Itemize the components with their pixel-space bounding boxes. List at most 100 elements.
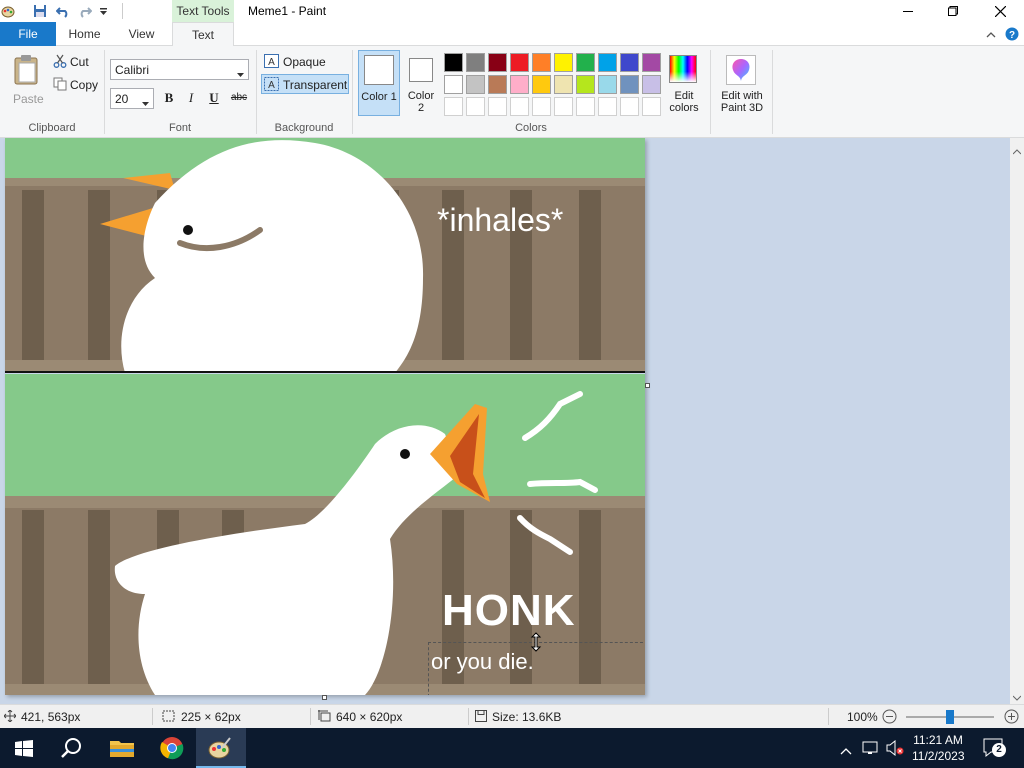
color-swatch[interactable]	[510, 53, 529, 72]
color-swatch[interactable]	[554, 97, 573, 116]
customize-toolbar-icon[interactable]	[97, 5, 109, 17]
color-swatch[interactable]	[642, 53, 661, 72]
color-swatch[interactable]	[620, 75, 639, 94]
tab-view[interactable]: View	[113, 22, 170, 46]
color-swatch[interactable]	[444, 53, 463, 72]
redo-icon[interactable]	[77, 3, 93, 19]
opaque-label: Opaque	[283, 55, 326, 69]
color-swatch[interactable]	[554, 53, 573, 72]
undo-icon[interactable]	[55, 3, 71, 19]
edit-colors-button[interactable]: Edit colors	[666, 52, 704, 116]
vertical-scrollbar[interactable]	[1010, 138, 1024, 704]
restore-button[interactable]	[930, 0, 976, 22]
zoom-out-icon[interactable]	[882, 709, 897, 727]
color-swatch[interactable]	[466, 97, 485, 116]
font-size-select[interactable]: 20	[110, 88, 154, 109]
help-icon[interactable]: ?	[1004, 26, 1020, 42]
zoom-slider[interactable]	[906, 710, 994, 724]
color-swatch[interactable]	[598, 75, 617, 94]
opaque-button[interactable]: A Opaque	[262, 53, 348, 71]
copy-button[interactable]: Copy	[52, 76, 104, 94]
tab-text[interactable]: Text	[172, 22, 234, 47]
meme-honk-text: HONK	[442, 586, 576, 635]
color-swatch[interactable]	[554, 75, 573, 94]
meme-top-text: *inhales*	[437, 202, 564, 238]
minimize-ribbon-icon[interactable]	[984, 27, 998, 41]
canvas-size: 640 × 620px	[336, 710, 403, 724]
color-swatch[interactable]	[642, 75, 661, 94]
cut-button[interactable]: Cut	[52, 53, 100, 71]
color-swatch[interactable]	[532, 75, 551, 94]
close-button[interactable]	[976, 0, 1024, 22]
transparent-button[interactable]: A Transparent	[261, 74, 349, 94]
network-icon[interactable]	[862, 740, 880, 759]
color-swatch[interactable]	[598, 53, 617, 72]
separator	[152, 708, 153, 725]
selection-size-icon	[162, 710, 175, 725]
color1-button[interactable]: Color 1	[358, 50, 400, 116]
color-swatch[interactable]	[532, 97, 551, 116]
color-swatch[interactable]	[466, 75, 485, 94]
color-swatch[interactable]	[510, 75, 529, 94]
color-swatch[interactable]	[488, 53, 507, 72]
color-swatch[interactable]	[620, 97, 639, 116]
cursor-position: 421, 563px	[21, 710, 81, 724]
svg-text:?: ?	[1009, 30, 1015, 41]
windows-start-icon[interactable]	[15, 740, 33, 760]
color-swatch[interactable]	[444, 97, 463, 116]
paint-taskbar-button[interactable]	[196, 728, 246, 768]
edit-with-paint3d-button[interactable]: Edit with Paint 3D	[714, 52, 770, 116]
color-swatch[interactable]	[576, 97, 595, 116]
svg-text:A: A	[268, 57, 275, 68]
color-swatch[interactable]	[598, 97, 617, 116]
color2-swatch	[409, 58, 433, 82]
color-swatch[interactable]	[466, 53, 485, 72]
show-hidden-icons-chevron[interactable]	[840, 744, 852, 758]
color-swatch[interactable]	[532, 53, 551, 72]
canvas-resize-handle-bottom[interactable]	[322, 695, 327, 700]
separator	[310, 708, 311, 725]
colors-group-label: Colors	[515, 122, 547, 134]
clock[interactable]: 11:21 AM 11/2/2023	[912, 732, 965, 764]
text-tools-context-label: Text Tools	[172, 0, 234, 22]
strikethrough-button[interactable]: abc	[228, 89, 250, 107]
separator	[468, 708, 469, 725]
canvas-resize-handle-right[interactable]	[645, 383, 650, 388]
font-family-value: Calibri	[115, 63, 150, 77]
color-swatch[interactable]	[510, 97, 529, 116]
tab-file[interactable]: File	[0, 22, 56, 46]
chrome-icon[interactable]	[160, 736, 184, 763]
save-icon[interactable]	[32, 3, 48, 19]
scroll-up-icon[interactable]	[1012, 144, 1022, 158]
file-explorer-icon[interactable]	[110, 738, 134, 761]
color-swatch[interactable]	[576, 53, 595, 72]
bold-button[interactable]: B	[160, 89, 178, 107]
window-title: Meme1 - Paint	[248, 4, 327, 18]
italic-button[interactable]: I	[182, 89, 200, 107]
color-swatch[interactable]	[642, 97, 661, 116]
volume-muted-icon[interactable]	[886, 739, 904, 759]
zoom-in-icon[interactable]	[1004, 709, 1019, 727]
copy-icon	[53, 77, 67, 94]
scroll-down-icon[interactable]	[1012, 690, 1022, 704]
color-palette	[444, 53, 664, 117]
zoom-slider-thumb[interactable]	[946, 710, 954, 724]
cursor-position-icon	[3, 709, 17, 725]
color-swatch[interactable]	[576, 75, 595, 94]
drawing-canvas[interactable]: *inhales* HONK or you die.	[5, 138, 645, 695]
color2-button[interactable]: Color 2	[404, 50, 438, 116]
search-icon[interactable]	[61, 737, 83, 762]
paint-app-icon[interactable]	[0, 3, 16, 19]
color-swatch[interactable]	[620, 53, 639, 72]
color-swatch[interactable]	[488, 75, 507, 94]
meme-sub-text[interactable]: or you die.	[431, 649, 534, 675]
paste-button[interactable]: Paste	[6, 50, 48, 110]
color-swatch[interactable]	[488, 97, 507, 116]
minimize-button[interactable]	[886, 0, 930, 22]
separator	[122, 3, 123, 19]
tab-home[interactable]: Home	[56, 22, 113, 46]
color-swatch[interactable]	[444, 75, 463, 94]
paste-icon	[14, 54, 40, 89]
font-family-select[interactable]: Calibri	[110, 59, 249, 80]
underline-button[interactable]: U	[205, 89, 223, 107]
